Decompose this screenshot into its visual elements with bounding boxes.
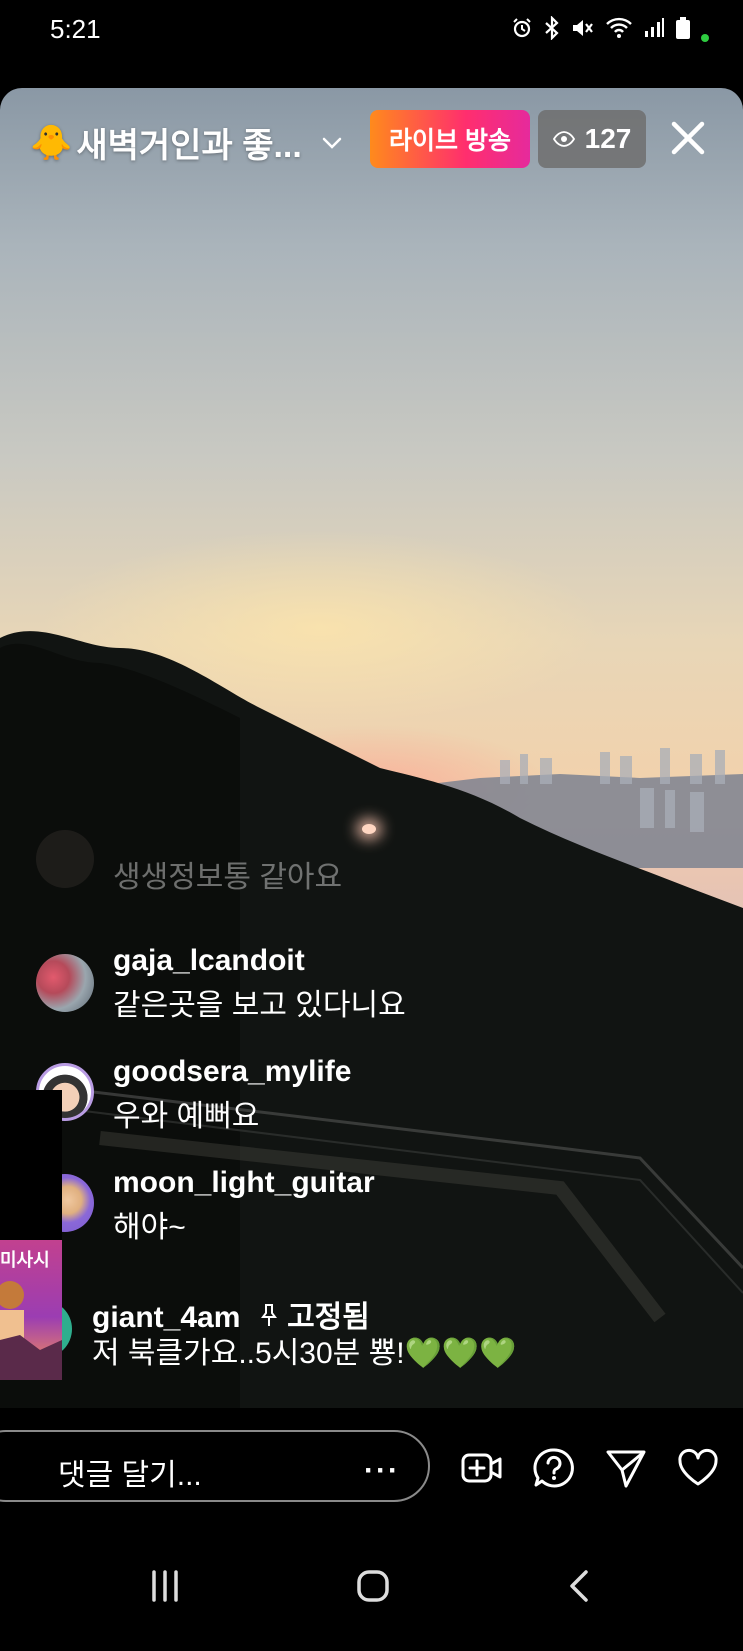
comment-bar: 댓글 달기... ··· [0, 1408, 743, 1528]
comment-username[interactable]: gaja_lcandoit [113, 944, 305, 978]
chick-emoji-icon: 🐥 [30, 123, 73, 162]
mute-icon [571, 17, 595, 44]
add-video-icon[interactable] [460, 1446, 504, 1490]
comment-item: goodsera_mylife 우와 예뻐요 [0, 1053, 743, 1153]
system-nav-bar [0, 1528, 743, 1651]
home-icon[interactable] [348, 1566, 398, 1606]
status-bar: 5:21 [0, 0, 743, 60]
question-icon[interactable] [532, 1446, 576, 1490]
comment-item: 생생정보통 같아요 [0, 830, 743, 950]
comment-input[interactable]: 댓글 달기... ··· [0, 1430, 430, 1502]
comment-username[interactable]: goodsera_mylife [113, 1055, 351, 1089]
avatar[interactable] [36, 954, 94, 1012]
pinned-comment: giant_4am 고정됨 저 북클가요..5시30분 뿅!💚💚💚 [0, 1290, 743, 1390]
recent-apps-icon[interactable] [140, 1566, 190, 1606]
comment-text: 저 북클가요..5시30분 뿅!💚💚💚 [92, 1337, 517, 1370]
heart-icon[interactable] [676, 1446, 720, 1490]
status-icons [511, 15, 709, 45]
comment-username[interactable]: moon_light_guitar [113, 1166, 375, 1200]
status-time: 5:21 [50, 14, 101, 44]
sun [362, 824, 376, 834]
alarm-icon [511, 17, 533, 44]
signal-icon [643, 17, 665, 44]
comment-item: gaja_lcandoit 같은곳을 보고 있다니요 [0, 942, 743, 1042]
wifi-icon [605, 17, 633, 44]
comment-item: moon_light_guitar 해야~ [0, 1164, 743, 1264]
close-icon[interactable] [664, 114, 712, 162]
share-icon[interactable] [604, 1446, 648, 1490]
live-title: 새벽거인과 좋... [76, 127, 302, 165]
eye-icon [552, 131, 575, 147]
chevron-down-icon [322, 137, 342, 149]
viewer-count-badge[interactable]: 127 [538, 110, 646, 168]
comment-text: 생생정보통 같아요 [113, 861, 343, 894]
back-icon[interactable] [556, 1566, 606, 1606]
battery-icon [675, 16, 691, 45]
avatar [36, 830, 94, 888]
pip-image [0, 1281, 62, 1380]
live-badge: 라이브 방송 [370, 110, 530, 168]
comment-placeholder: 댓글 달기... [58, 1459, 202, 1492]
more-options-icon[interactable]: ··· [364, 1454, 400, 1488]
bluetooth-icon [543, 15, 561, 45]
comment-text: 같은곳을 보고 있다니요 [113, 989, 406, 1022]
active-dot [701, 33, 709, 42]
pip-overlay[interactable]: 미사시 [0, 1090, 62, 1380]
pip-thumbnail[interactable]: 미사시 [0, 1240, 62, 1380]
live-title-dropdown[interactable]: 🐥 새벽거인과 좋... [30, 118, 344, 167]
viewer-count: 127 [584, 123, 632, 154]
comment-text: 우와 예뻐요 [113, 1100, 260, 1133]
comment-text: 해야~ [113, 1211, 186, 1244]
live-header: 🐥 새벽거인과 좋... 라이브 방송 127 [0, 100, 743, 180]
